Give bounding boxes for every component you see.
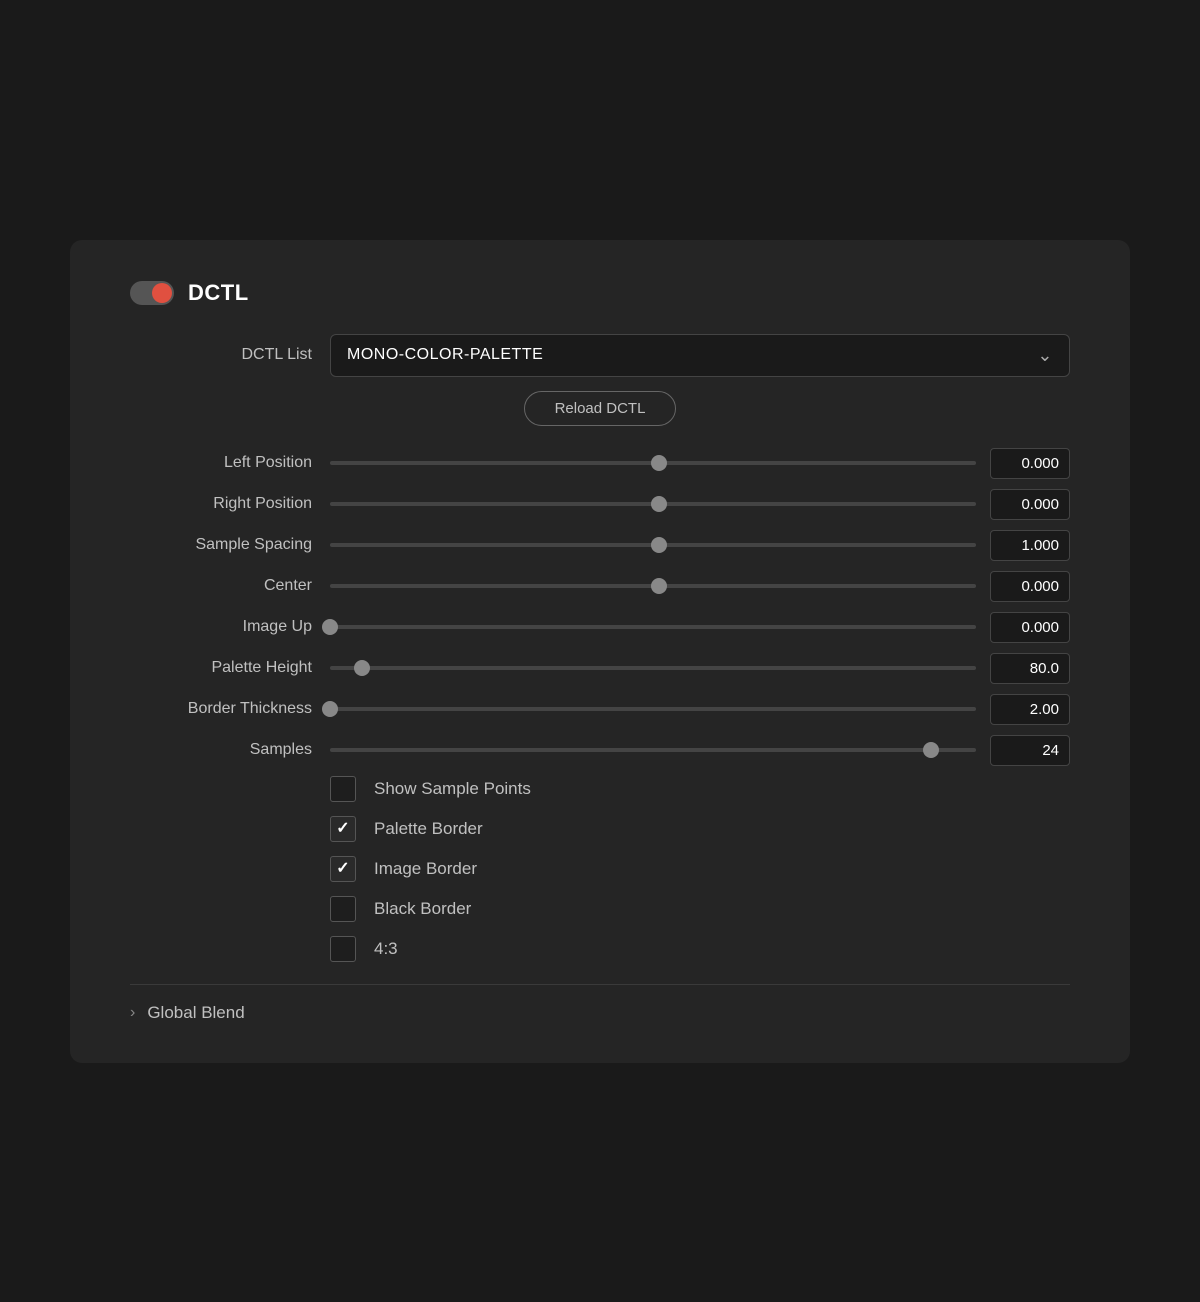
- checkbox-palette-border[interactable]: ✓: [330, 816, 356, 842]
- slider-thumb-image-up[interactable]: [322, 619, 338, 635]
- dropdown-wrapper: MONO-COLOR-PALETTE ⌄: [330, 334, 1070, 377]
- reload-btn-row: Reload DCTL: [130, 391, 1070, 426]
- section-title: DCTL: [188, 280, 249, 306]
- checkbox-label-4-3: 4:3: [374, 939, 398, 959]
- dctl-list-row: DCTL List MONO-COLOR-PALETTE ⌄: [130, 334, 1070, 377]
- slider-track-samples[interactable]: [330, 738, 976, 762]
- slider-row-center: Center 0.000: [130, 571, 1070, 602]
- slider-thumb-palette-height[interactable]: [354, 660, 370, 676]
- sliders-container: Left Position 0.000 Right Position 0.000 Sam…: [130, 448, 1070, 766]
- dctl-list-label: DCTL List: [130, 346, 330, 364]
- slider-label-image-up: Image Up: [130, 618, 330, 636]
- slider-track-palette-height[interactable]: [330, 656, 976, 680]
- slider-track-right-position[interactable]: [330, 492, 976, 516]
- dctl-panel: DCTL DCTL List MONO-COLOR-PALETTE ⌄ Relo…: [70, 240, 1130, 1063]
- checkbox-label-image-border: Image Border: [374, 859, 477, 879]
- slider-value-border-thickness[interactable]: 2.00: [990, 694, 1070, 725]
- checkbox-4-3[interactable]: [330, 936, 356, 962]
- checkmark-icon: ✓: [336, 861, 349, 877]
- slider-label-left-position: Left Position: [130, 454, 330, 472]
- slider-thumb-right-position[interactable]: [651, 496, 667, 512]
- global-blend-label: Global Blend: [147, 1003, 244, 1023]
- checkbox-row-image-border: ✓ Image Border: [330, 856, 1070, 882]
- slider-thumb-samples[interactable]: [923, 742, 939, 758]
- slider-track-image-up[interactable]: [330, 615, 976, 639]
- reload-dctl-button[interactable]: Reload DCTL: [524, 391, 677, 426]
- slider-row-border-thickness: Border Thickness 2.00: [130, 694, 1070, 725]
- dropdown-value: MONO-COLOR-PALETTE: [347, 346, 543, 364]
- checkbox-row-show-sample-points: Show Sample Points: [330, 776, 1070, 802]
- slider-value-left-position[interactable]: 0.000: [990, 448, 1070, 479]
- slider-track-border-thickness[interactable]: [330, 697, 976, 721]
- slider-row-palette-height: Palette Height 80.0: [130, 653, 1070, 684]
- slider-value-image-up[interactable]: 0.000: [990, 612, 1070, 643]
- slider-thumb-border-thickness[interactable]: [322, 701, 338, 717]
- slider-label-border-thickness: Border Thickness: [130, 700, 330, 718]
- slider-track-center[interactable]: [330, 574, 976, 598]
- chevron-down-icon: ⌄: [1037, 345, 1053, 366]
- slider-thumb-center[interactable]: [651, 578, 667, 594]
- slider-label-right-position: Right Position: [130, 495, 330, 513]
- checkbox-row-4-3: 4:3: [330, 936, 1070, 962]
- slider-track-sample-spacing[interactable]: [330, 533, 976, 557]
- slider-row-left-position: Left Position 0.000: [130, 448, 1070, 479]
- slider-label-center: Center: [130, 577, 330, 595]
- slider-track-left-position[interactable]: [330, 451, 976, 475]
- slider-row-image-up: Image Up 0.000: [130, 612, 1070, 643]
- checkbox-label-black-border: Black Border: [374, 899, 471, 919]
- slider-value-palette-height[interactable]: 80.0: [990, 653, 1070, 684]
- slider-thumb-sample-spacing[interactable]: [651, 537, 667, 553]
- slider-value-right-position[interactable]: 0.000: [990, 489, 1070, 520]
- checkbox-row-palette-border: ✓ Palette Border: [330, 816, 1070, 842]
- checkboxes-container: Show Sample Points ✓ Palette Border ✓ Image …: [130, 776, 1070, 962]
- checkbox-row-black-border: Black Border: [330, 896, 1070, 922]
- slider-value-samples[interactable]: 24: [990, 735, 1070, 766]
- chevron-right-icon: ›: [130, 1004, 135, 1022]
- section-header: DCTL: [130, 280, 1070, 306]
- checkmark-icon: ✓: [336, 821, 349, 837]
- slider-label-palette-height: Palette Height: [130, 659, 330, 677]
- slider-value-center[interactable]: 0.000: [990, 571, 1070, 602]
- global-blend-section[interactable]: › Global Blend: [130, 984, 1070, 1023]
- slider-label-samples: Samples: [130, 741, 330, 759]
- checkbox-image-border[interactable]: ✓: [330, 856, 356, 882]
- checkbox-label-show-sample-points: Show Sample Points: [374, 779, 531, 799]
- checkbox-show-sample-points[interactable]: [330, 776, 356, 802]
- slider-row-samples: Samples 24: [130, 735, 1070, 766]
- slider-value-sample-spacing[interactable]: 1.000: [990, 530, 1070, 561]
- checkbox-label-palette-border: Palette Border: [374, 819, 483, 839]
- slider-thumb-left-position[interactable]: [651, 455, 667, 471]
- dctl-toggle[interactable]: [130, 281, 174, 305]
- slider-row-right-position: Right Position 0.000: [130, 489, 1070, 520]
- slider-row-sample-spacing: Sample Spacing 1.000: [130, 530, 1070, 561]
- dctl-list-dropdown[interactable]: MONO-COLOR-PALETTE ⌄: [330, 334, 1070, 377]
- slider-label-sample-spacing: Sample Spacing: [130, 536, 330, 554]
- checkbox-black-border[interactable]: [330, 896, 356, 922]
